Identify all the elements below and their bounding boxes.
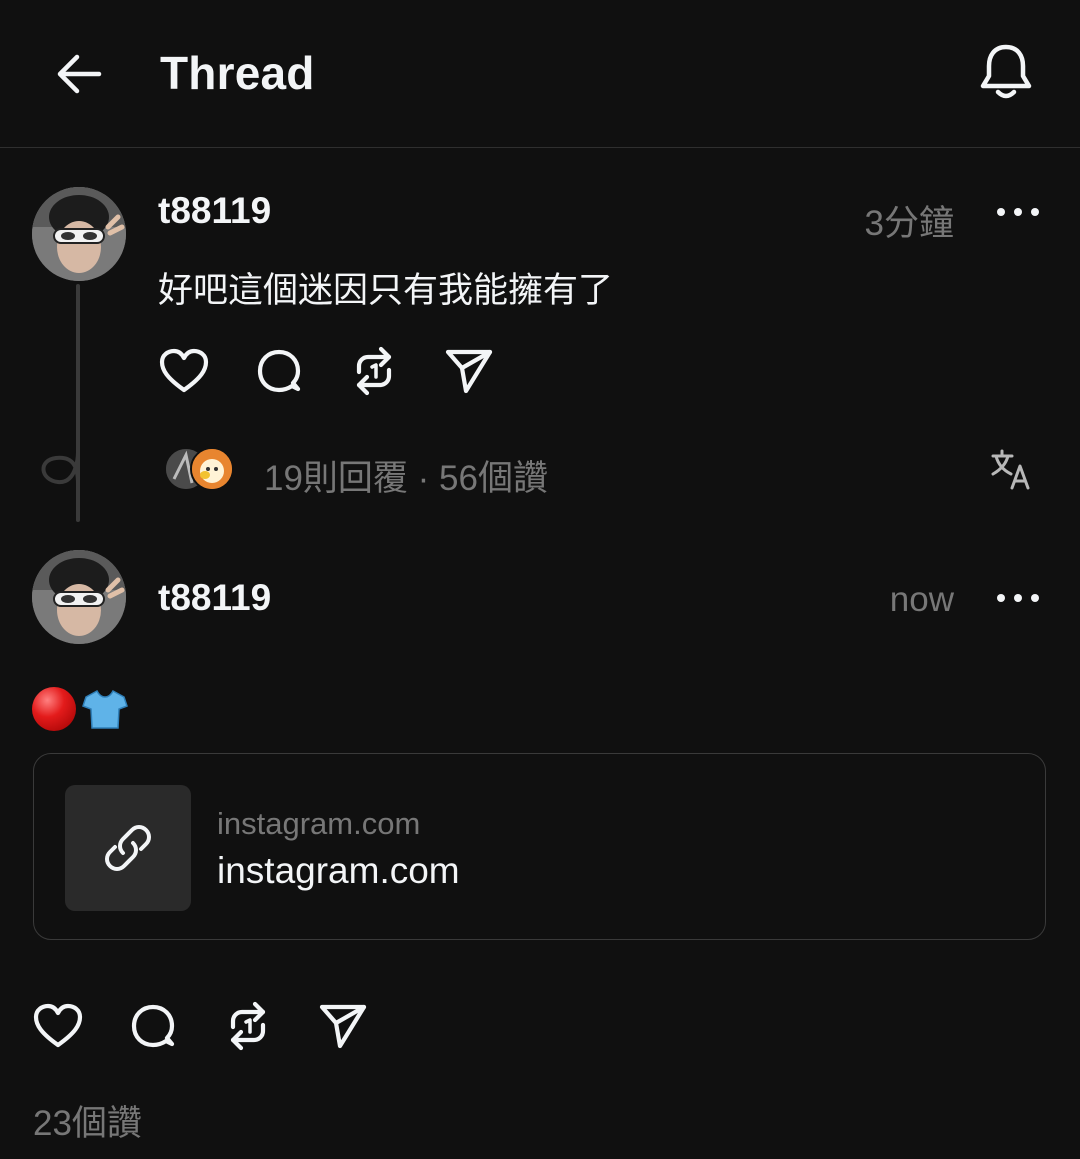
post-emojis (32, 684, 128, 734)
comment-icon (257, 349, 301, 393)
share-button[interactable] (318, 1001, 368, 1051)
timestamp: now (889, 580, 954, 619)
username[interactable]: t88119 (158, 577, 271, 619)
page-title: Thread (160, 47, 315, 99)
avatar-image (32, 187, 126, 281)
repost-icon (356, 346, 392, 396)
like-button[interactable] (159, 346, 209, 396)
send-icon (445, 349, 493, 394)
translate-icon (991, 449, 1030, 490)
username[interactable]: t88119 (158, 190, 271, 232)
send-icon (319, 1004, 367, 1049)
repost-button[interactable] (349, 346, 399, 396)
back-button[interactable] (50, 48, 108, 100)
arrow-left-icon (57, 54, 102, 94)
tshirt-emoji (82, 689, 128, 729)
more-button[interactable] (993, 197, 1043, 227)
reply-button[interactable] (254, 346, 304, 396)
comment-icon (131, 1004, 175, 1048)
heart-icon (159, 348, 209, 393)
avatar-image (32, 550, 126, 644)
more-button[interactable] (993, 583, 1043, 613)
reply-avatars (164, 447, 238, 491)
red-circle-emoji (32, 687, 76, 731)
timestamp: 3分鐘 (864, 204, 954, 243)
post-stats[interactable]: 19則回覆 · 56個讚 (264, 450, 548, 501)
link-preview-card[interactable]: instagram.com instagram.com (33, 753, 1046, 940)
link-title: instagram.com (217, 850, 460, 891)
reply-avatar (190, 447, 234, 491)
link-icon (105, 825, 151, 871)
avatar-image (192, 449, 232, 489)
more-icon (997, 208, 1039, 216)
avatar[interactable] (32, 187, 126, 281)
translate-button[interactable] (990, 448, 1032, 490)
post-stats[interactable]: 23個讚 (33, 1095, 142, 1146)
post-text: 好吧這個迷因只有我能擁有了 (158, 271, 614, 310)
bell-icon (980, 44, 1032, 99)
post-actions (159, 346, 539, 396)
heart-icon (33, 1003, 83, 1048)
more-icon (997, 594, 1039, 602)
repost-icon (230, 1001, 266, 1051)
like-button[interactable] (33, 1001, 83, 1051)
repost-button[interactable] (223, 1001, 273, 1051)
share-button[interactable] (444, 346, 494, 396)
avatar[interactable] (32, 550, 126, 644)
header-bar: Thread (0, 0, 1080, 148)
thread-loop-icon (41, 451, 80, 485)
reply-button[interactable] (128, 1001, 178, 1051)
post-actions (33, 1001, 413, 1051)
link-thumbnail (65, 785, 191, 911)
notifications-button[interactable] (974, 40, 1038, 104)
link-domain: instagram.com (217, 806, 421, 841)
